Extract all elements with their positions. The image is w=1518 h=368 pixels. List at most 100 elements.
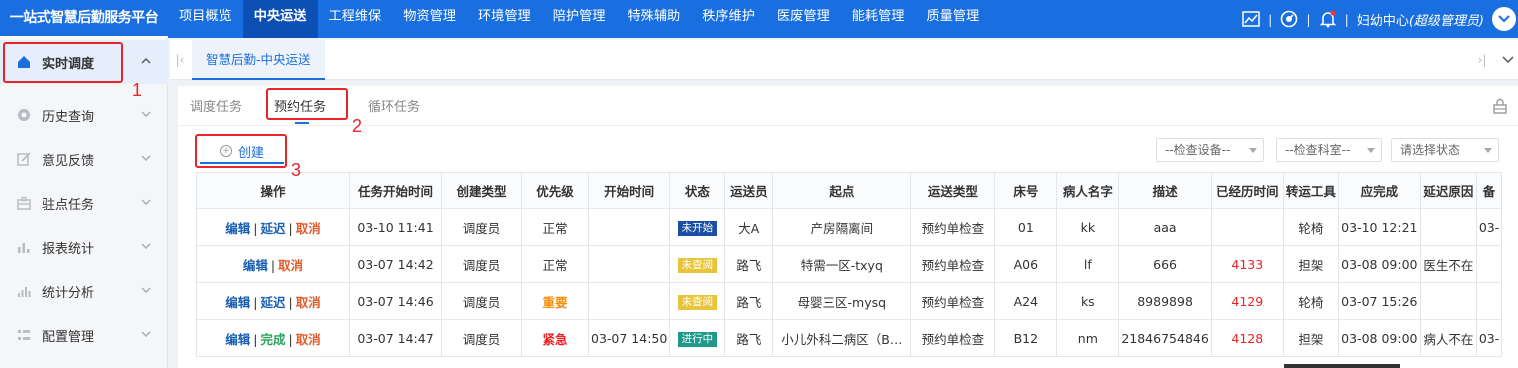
nav-item-medical-waste[interactable]: 医废管理 bbox=[766, 0, 841, 38]
porter: 路飞 bbox=[724, 282, 774, 320]
sidebar-item-config[interactable]: 配置管理 bbox=[0, 313, 168, 357]
briefcase-icon bbox=[16, 195, 32, 211]
cancel-link[interactable]: 取消 bbox=[296, 332, 321, 347]
elapsed-time bbox=[1210, 208, 1284, 246]
priority: 重要 bbox=[521, 282, 589, 320]
annotation-number-3: 3 bbox=[291, 160, 302, 180]
description: 8989898 bbox=[1118, 282, 1212, 320]
nav-item-engineering[interactable]: 工程维保 bbox=[318, 0, 393, 38]
scroll-right-icon[interactable]: ›| bbox=[1474, 52, 1490, 68]
department-filter-select[interactable]: --检查科室-- bbox=[1276, 138, 1382, 162]
begin-time bbox=[587, 245, 671, 283]
sidebar-item-reports[interactable]: 报表统计 bbox=[0, 225, 168, 269]
col-header: 备 bbox=[1475, 172, 1503, 209]
separator: | bbox=[1268, 11, 1273, 27]
status-cell: 进行中 bbox=[669, 319, 726, 357]
user-dropdown-chevron-icon[interactable] bbox=[1492, 7, 1516, 31]
action-separator: | bbox=[288, 331, 293, 347]
cancel-link[interactable]: 取消 bbox=[278, 258, 303, 273]
sidebar-item-label: 历史查询 bbox=[42, 109, 95, 125]
delay-reason bbox=[1419, 208, 1477, 246]
sidebar-item-feedback[interactable]: 意见反馈 bbox=[0, 137, 168, 181]
create-type: 调度员 bbox=[441, 208, 522, 246]
nav-item-overview[interactable]: 项目概览 bbox=[168, 0, 243, 38]
chart-icon[interactable] bbox=[1242, 10, 1260, 28]
transport-tool: 轮椅 bbox=[1282, 208, 1339, 246]
nav-item-materials[interactable]: 物资管理 bbox=[392, 0, 467, 38]
sidebar-item-label: 统计分析 bbox=[42, 285, 95, 301]
due-time: 03-07 15:26 bbox=[1337, 282, 1421, 320]
top-right-tools: | | | 妇幼中心(超级管理员) bbox=[1242, 0, 1518, 38]
status-filter-select[interactable]: 请选择状态 bbox=[1391, 138, 1499, 162]
sidebar-item-history[interactable]: 历史查询 bbox=[0, 93, 168, 137]
patient-name: kk bbox=[1056, 208, 1120, 246]
task-start-time: 03-10 11:41 bbox=[349, 208, 442, 246]
porter: 路飞 bbox=[724, 319, 774, 357]
delay-link[interactable]: 延迟 bbox=[260, 295, 285, 310]
tabs-dropdown-chevron-icon[interactable] bbox=[1500, 52, 1516, 68]
caret-down-icon bbox=[1484, 148, 1492, 153]
annotation-box-2 bbox=[266, 88, 348, 120]
patient-name: lf bbox=[1056, 245, 1120, 283]
user-name[interactable]: 妇幼中心(超级管理员) bbox=[1357, 10, 1484, 29]
scroll-left-icon[interactable]: |‹ bbox=[172, 52, 188, 68]
nav-item-order[interactable]: 秩序维护 bbox=[691, 0, 766, 38]
separator: | bbox=[1306, 11, 1311, 27]
col-header: 延迟原因 bbox=[1419, 172, 1477, 209]
nav-item-energy[interactable]: 能耗管理 bbox=[841, 0, 916, 38]
tasks-table: 操作 任务开始时间 创建类型 优先级 开始时间 状态 运送员 起点 运送类型 床… bbox=[196, 172, 1503, 357]
bed-number: A24 bbox=[994, 282, 1058, 320]
delay-reason: 病人不在 bbox=[1419, 319, 1477, 357]
finish-link[interactable]: 完成 bbox=[260, 332, 285, 347]
list-icon bbox=[16, 327, 32, 343]
remark: 03- bbox=[1475, 208, 1503, 246]
annotation-number-1: 1 bbox=[132, 80, 143, 100]
cancel-link[interactable]: 取消 bbox=[296, 221, 321, 236]
bell-icon[interactable] bbox=[1319, 10, 1337, 28]
origin: 产房隔离间 bbox=[772, 208, 912, 246]
tab-dispatch-tasks[interactable]: 调度任务 bbox=[190, 96, 242, 115]
task-start-time: 03-07 14:46 bbox=[349, 282, 442, 320]
lock-icon[interactable] bbox=[1492, 98, 1508, 114]
task-start-time: 03-07 14:47 bbox=[349, 319, 442, 357]
origin: 小儿外科二病区（B… bbox=[772, 319, 912, 357]
col-header: 运送类型 bbox=[910, 172, 996, 209]
delay-link[interactable]: 延迟 bbox=[260, 221, 285, 236]
description: 666 bbox=[1118, 245, 1212, 283]
platform-brand[interactable]: 一站式智慧后勤服务平台 bbox=[0, 0, 168, 38]
nav-item-escort[interactable]: 陪护管理 bbox=[542, 0, 617, 38]
edit-link[interactable]: 编辑 bbox=[243, 258, 268, 273]
sidebar-item-analytics[interactable]: 统计分析 bbox=[0, 269, 168, 313]
sidebar-item-station-tasks[interactable]: 驻点任务 bbox=[0, 181, 168, 225]
separator: | bbox=[1344, 11, 1349, 27]
nav-item-central-transport[interactable]: 中央运送 bbox=[242, 0, 318, 38]
user-org: 妇幼中心 bbox=[1356, 13, 1409, 29]
edit-link[interactable]: 编辑 bbox=[225, 295, 250, 310]
horizontal-scrollbar[interactable] bbox=[1284, 364, 1400, 368]
begin-time bbox=[587, 208, 671, 246]
page-tab-active[interactable]: 智慧后勤-中央运送 bbox=[192, 40, 325, 80]
tab-recurring-tasks[interactable]: 循环任务 bbox=[368, 96, 420, 115]
cancel-link[interactable]: 取消 bbox=[296, 295, 321, 310]
edit-link[interactable]: 编辑 bbox=[225, 332, 250, 347]
nav-item-special-assist[interactable]: 特殊辅助 bbox=[617, 0, 692, 38]
bar-chart-icon bbox=[16, 239, 32, 255]
nav-item-environment[interactable]: 环境管理 bbox=[467, 0, 542, 38]
chevron-down-icon bbox=[141, 155, 151, 161]
edit-link[interactable]: 编辑 bbox=[225, 221, 250, 236]
bed-number: B12 bbox=[994, 319, 1058, 357]
status-badge: 未开始 bbox=[677, 220, 718, 236]
device-filter-select[interactable]: --检查设备-- bbox=[1156, 138, 1264, 162]
main-panel: 调度任务 预约任务 循环任务 + 创建 --检查设备-- --检查科室-- 请选… bbox=[178, 86, 1518, 368]
col-header[interactable]: 任务开始时间 bbox=[349, 172, 442, 209]
actions-cell: 编辑 | 完成 | 取消 bbox=[196, 319, 350, 357]
task-start-time: 03-07 14:42 bbox=[349, 245, 442, 283]
table-row: 编辑 | 完成 | 取消 03-07 14:47 调度员 紧急 03-07 14:50 … bbox=[196, 319, 1503, 357]
status-cell: 未查阅 bbox=[669, 282, 726, 320]
transport-type: 预约单检查 bbox=[910, 208, 996, 246]
nav-item-quality[interactable]: 质量管理 bbox=[916, 0, 991, 38]
col-header: 病人名字 bbox=[1056, 172, 1120, 209]
dashboard-icon[interactable] bbox=[1280, 10, 1298, 28]
transport-type: 预约单检查 bbox=[910, 245, 996, 283]
action-separator: | bbox=[253, 220, 258, 236]
